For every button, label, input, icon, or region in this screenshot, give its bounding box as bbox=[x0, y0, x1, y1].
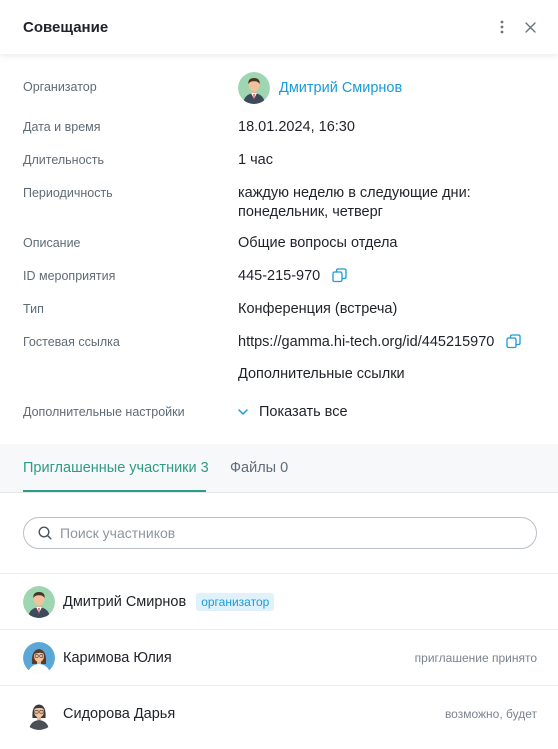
dialog-title: Совещание bbox=[23, 18, 109, 36]
datetime-label: Дата и время bbox=[23, 120, 101, 134]
participant-row[interactable]: Сидорова Дарья возможно, будет bbox=[0, 685, 558, 741]
kebab-menu-icon bbox=[500, 20, 504, 34]
participant-row[interactable]: Каримова Юлия приглашение принято bbox=[0, 629, 558, 685]
participant-status: приглашение принято bbox=[414, 650, 537, 665]
extra-links-link[interactable]: Дополнительные ссылки bbox=[238, 365, 405, 384]
recurrence-value: каждую неделю в следующие дни: понедельн… bbox=[238, 184, 471, 222]
description-value: Общие вопросы отдела bbox=[238, 235, 398, 251]
advanced-label: Дополнительные настройки bbox=[23, 405, 185, 419]
copy-event-id-button[interactable] bbox=[332, 268, 347, 289]
organizer-label: Организатор bbox=[23, 80, 97, 94]
participants-list: Дмитрий Смирнов организатор Каримова Юли… bbox=[0, 573, 558, 741]
type-label: Тип bbox=[23, 302, 44, 316]
close-button[interactable] bbox=[518, 15, 542, 39]
organizer-avatar[interactable] bbox=[238, 72, 270, 104]
copy-guest-link-button[interactable] bbox=[506, 334, 522, 355]
participant-search[interactable] bbox=[23, 517, 537, 549]
event-id-label: ID мероприятия bbox=[23, 269, 116, 283]
close-icon bbox=[524, 21, 536, 33]
search-icon bbox=[38, 526, 52, 540]
recurrence-line-2: понедельник, четверг bbox=[238, 204, 383, 220]
dialog-header: Совещание bbox=[0, 0, 558, 54]
recurrence-label: Периодичность bbox=[23, 186, 113, 200]
description-label: Описание bbox=[23, 236, 81, 250]
guest-link-value[interactable]: https://gamma.hi-tech.org/id/445215970 bbox=[238, 334, 494, 350]
participant-row[interactable]: Дмитрий Смирнов организатор bbox=[0, 573, 558, 629]
active-tab-indicator bbox=[23, 490, 206, 492]
chevron-down-icon bbox=[238, 409, 248, 415]
show-all-button[interactable]: Показать все bbox=[238, 403, 348, 422]
show-all-label: Показать все bbox=[259, 404, 348, 420]
organizer-name-link[interactable]: Дмитрий Смирнов bbox=[279, 79, 402, 98]
copy-icon bbox=[332, 268, 347, 283]
more-options-button[interactable] bbox=[490, 15, 514, 39]
tab-files[interactable]: Файлы 0 bbox=[230, 460, 288, 476]
participant-avatar bbox=[23, 585, 55, 618]
copy-icon bbox=[506, 334, 522, 349]
participant-avatar bbox=[23, 641, 55, 674]
duration-value: 1 час bbox=[238, 152, 273, 168]
participant-name: Сидорова Дарья bbox=[63, 705, 176, 722]
type-value: Конференция (встреча) bbox=[238, 301, 398, 317]
tab-bar: Приглашенные участники 3 Файлы 0 bbox=[0, 444, 558, 493]
participant-name: Дмитрий Смирнов bbox=[63, 593, 187, 610]
datetime-value: 18.01.2024, 16:30 bbox=[238, 119, 355, 135]
participant-name: Каримова Юлия bbox=[63, 649, 172, 666]
guest-link-label: Гостевая ссылка bbox=[23, 335, 120, 349]
participant-avatar bbox=[23, 697, 55, 730]
duration-label: Длительность bbox=[23, 153, 105, 167]
recurrence-line-1: каждую неделю в следующие дни: bbox=[238, 185, 471, 201]
tab-participants[interactable]: Приглашенные участники 3 bbox=[23, 460, 209, 476]
event-id-value: 445-215-970 bbox=[238, 268, 321, 284]
participant-status: возможно, будет bbox=[444, 706, 537, 721]
search-input[interactable] bbox=[60, 525, 500, 541]
organizer-badge: организатор bbox=[196, 592, 275, 611]
